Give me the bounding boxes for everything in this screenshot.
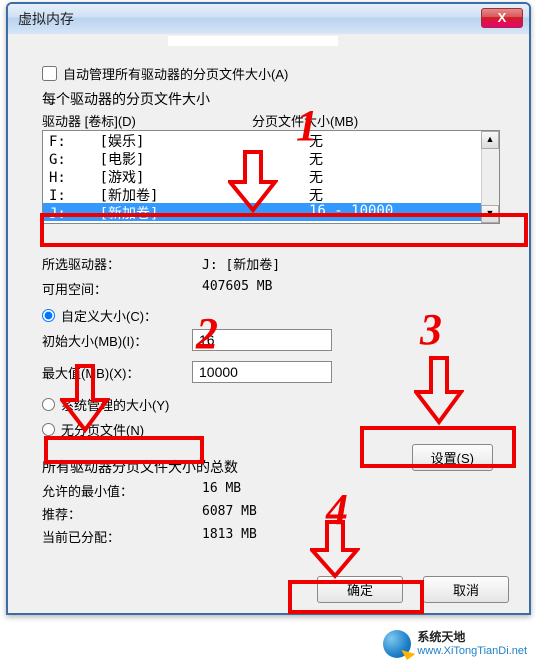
drive-column-header: 驱动器 [卷标](D)	[42, 111, 252, 130]
auto-manage-label: 自动管理所有驱动器的分页文件大小(A)	[63, 64, 288, 83]
watermark: 系统天地 www.XiTongTianDi.net	[383, 630, 527, 658]
watermark-url: www.XiTongTianDi.net	[417, 645, 527, 657]
virtual-memory-dialog: 虚拟内存 X 自动管理所有驱动器的分页文件大小(A) 每个驱动器的分页文件大小 …	[6, 2, 531, 615]
scroll-down-icon[interactable]: ▼	[481, 205, 499, 223]
list-item[interactable]: H: [游戏] 无	[43, 167, 499, 185]
free-space-label: 可用空间：	[42, 279, 202, 298]
allocated-value: 1813 MB	[202, 527, 257, 546]
no-paging-label: 无分页文件(N)	[61, 420, 144, 439]
min-allowed-label: 允许的最小值：	[42, 481, 202, 500]
recommended-label: 推荐：	[42, 504, 202, 523]
scroll-up-icon[interactable]: ▲	[481, 131, 499, 149]
allocated-label: 当前已分配：	[42, 527, 202, 546]
list-item-selected[interactable]: J: [新加卷] 16 - 10000	[43, 203, 499, 221]
min-allowed-value: 16 MB	[202, 481, 241, 500]
window-title: 虚拟内存	[14, 9, 74, 29]
max-size-label: 最大值(MB)(X)：	[42, 363, 192, 382]
initial-size-label: 初始大小(MB)(I)：	[42, 331, 192, 350]
selected-drive-value: J: [新加卷]	[202, 254, 280, 273]
list-item[interactable]: I: [新加卷] 无	[43, 185, 499, 203]
paging-column-header: 分页文件大小(MB)	[252, 111, 358, 130]
per-drive-heading: 每个驱动器的分页文件大小	[42, 89, 509, 109]
free-space-value: 407605 MB	[202, 279, 272, 298]
set-button[interactable]: 设置(S)	[412, 444, 493, 471]
max-size-input[interactable]	[192, 361, 332, 383]
scrollbar[interactable]: ▲ ▼	[481, 131, 499, 223]
no-paging-radio[interactable]	[42, 423, 55, 436]
system-managed-radio[interactable]	[42, 398, 55, 411]
titlebar: 虚拟内存 X	[8, 4, 529, 34]
initial-size-input[interactable]	[192, 329, 332, 351]
screenshot-gap	[168, 36, 338, 46]
auto-manage-checkbox[interactable]	[42, 66, 57, 81]
dialog-content: 自动管理所有驱动器的分页文件大小(A) 每个驱动器的分页文件大小 驱动器 [卷标…	[8, 34, 529, 560]
custom-size-label: 自定义大小(C)：	[61, 306, 157, 325]
list-item[interactable]: G: [电影] 无	[43, 149, 499, 167]
custom-size-radio[interactable]	[42, 309, 55, 322]
cancel-button[interactable]: 取消	[423, 576, 509, 603]
list-item[interactable]: F: [娱乐] 无	[43, 131, 499, 149]
drive-listbox[interactable]: F: [娱乐] 无 G: [电影] 无 H: [游戏] 无 I: [新加卷] 无…	[42, 130, 500, 224]
system-managed-label: 系统管理的大小(Y)	[61, 395, 169, 414]
watermark-title: 系统天地	[417, 631, 527, 644]
close-button[interactable]: X	[481, 8, 523, 28]
globe-icon	[383, 630, 411, 658]
recommended-value: 6087 MB	[202, 504, 257, 523]
ok-button[interactable]: 确定	[317, 576, 403, 603]
selected-drive-label: 所选驱动器：	[42, 254, 202, 273]
